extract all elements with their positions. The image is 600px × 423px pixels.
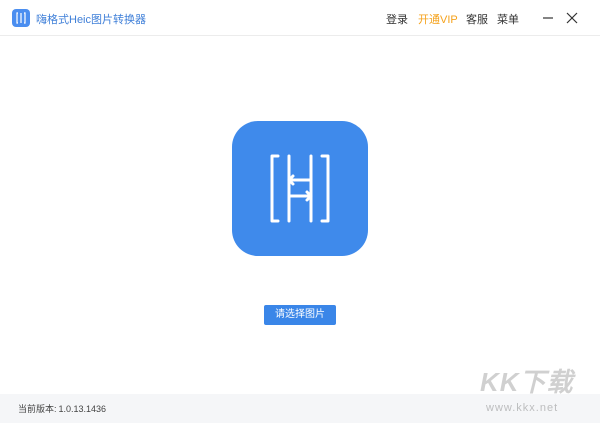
vip-menu-item[interactable]: 开通VIP: [418, 11, 458, 27]
version-info: 当前版本: 1.0.13.1436: [18, 402, 106, 415]
watermark-url: www.kkx.net: [486, 402, 559, 414]
version-value: 1.0.13.1436: [58, 404, 107, 414]
app-window: 嗨格式Heic图片转换器 登录 开通VIP 客服 菜单 请选择图片 当前版本: …: [0, 0, 600, 423]
close-button[interactable]: [562, 8, 582, 28]
watermark-text: KK下载: [480, 367, 574, 397]
minimize-icon: [543, 17, 553, 19]
main-menu-item[interactable]: 菜单: [497, 11, 519, 27]
close-icon: [566, 12, 578, 24]
watermark: KK下载 www.kkx.net: [480, 362, 590, 420]
app-logo-icon: [12, 9, 30, 27]
app-title: 嗨格式Heic图片转换器: [36, 14, 147, 26]
title-bar[interactable]: 嗨格式Heic图片转换器 登录 开通VIP 客服 菜单: [0, 0, 600, 36]
login-menu-item[interactable]: 登录: [386, 11, 408, 27]
heic-converter-logo-icon[interactable]: [232, 121, 368, 256]
version-label: 当前版本:: [18, 404, 57, 414]
customer-service-menu-item[interactable]: 客服: [466, 11, 488, 27]
minimize-button[interactable]: [538, 8, 558, 28]
select-image-button[interactable]: 请选择图片: [264, 305, 336, 325]
